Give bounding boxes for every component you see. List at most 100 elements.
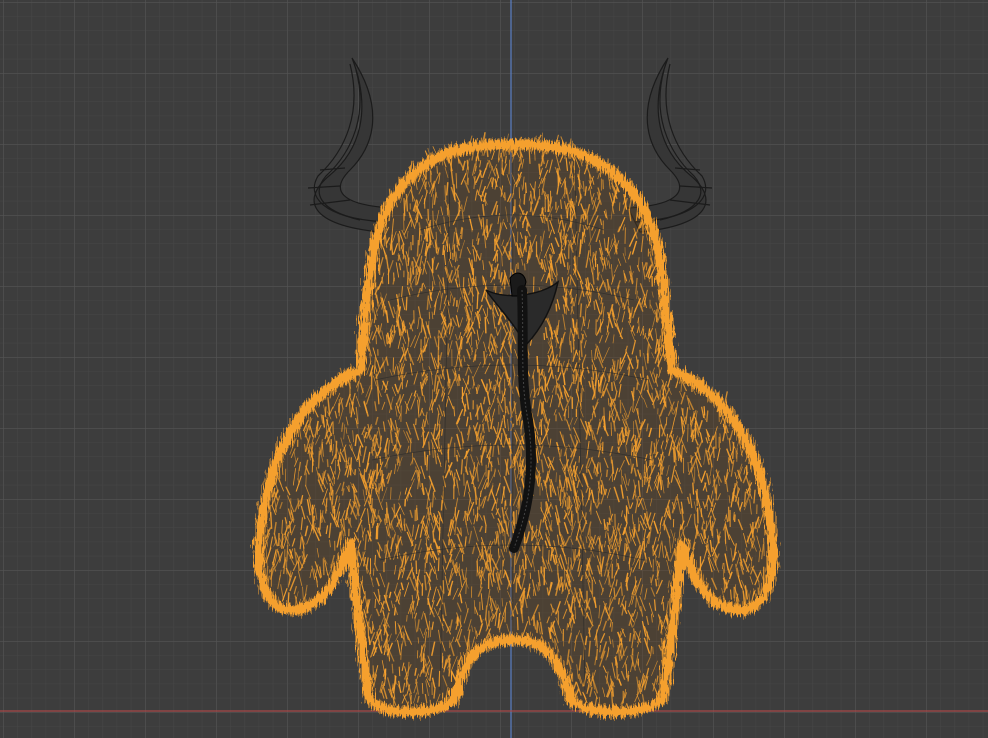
fur-strand — [416, 239, 420, 257]
fur-strand — [372, 665, 375, 678]
fur-strand — [624, 227, 627, 244]
fur-strand — [547, 194, 550, 213]
fur-strand — [597, 379, 600, 392]
fur-strand — [390, 487, 392, 500]
fur-strand — [429, 699, 432, 707]
fur-strand — [603, 422, 606, 431]
fur-strand — [556, 564, 559, 575]
fur-strand — [474, 354, 477, 361]
fur-strand — [381, 277, 384, 284]
fur-strand — [478, 497, 480, 510]
fur-strand — [639, 544, 641, 552]
fur-strand — [606, 522, 609, 532]
fur-strand — [476, 404, 479, 420]
viewport-canvas[interactable] — [0, 0, 988, 738]
fur-strand — [641, 366, 645, 378]
fur-strand — [403, 524, 406, 532]
fur-strand — [410, 241, 413, 251]
fur-strand — [457, 376, 460, 386]
3d-viewport[interactable] — [0, 0, 988, 738]
fur-strand — [636, 382, 638, 390]
fur-strand — [375, 525, 378, 540]
fur-strand — [484, 316, 487, 334]
fur-strand — [467, 375, 470, 385]
fur-strand — [377, 325, 380, 334]
fur-strand — [585, 571, 587, 580]
fur-strand — [354, 548, 357, 560]
fur-strand — [591, 266, 594, 275]
fur-strand — [610, 382, 614, 392]
fur-strand — [420, 645, 423, 663]
fur-strand — [625, 664, 628, 678]
fur-strand — [447, 236, 449, 253]
fur-strand — [662, 601, 665, 611]
fur-strand — [391, 520, 393, 531]
fur-strand — [374, 554, 377, 565]
fur-strand — [442, 245, 445, 256]
fur-strand — [416, 576, 419, 586]
fur-strand — [628, 308, 632, 317]
fur-strand — [650, 461, 653, 473]
fur-strand — [579, 303, 583, 318]
fur-strand — [286, 545, 289, 562]
fur-strand — [522, 558, 525, 570]
fur-strand — [617, 598, 621, 605]
fur-strand — [712, 446, 715, 458]
fur-strand — [471, 239, 474, 247]
fur-strand — [652, 646, 654, 655]
fur-strand — [438, 670, 441, 687]
fur-strand — [567, 506, 569, 515]
fur-strand — [437, 335, 440, 350]
fur-strand — [660, 476, 662, 491]
fur-strand — [600, 484, 603, 495]
fur-strand — [509, 493, 512, 506]
fur-strand — [469, 412, 472, 421]
fur-strand — [266, 565, 269, 578]
fur-strand — [536, 355, 539, 373]
fur-strand — [543, 332, 546, 341]
fur-strand — [447, 343, 449, 355]
fur-strand — [564, 500, 567, 507]
fur-strand — [514, 551, 517, 564]
fur-strand — [335, 440, 338, 459]
fur-strand — [515, 414, 518, 426]
fur-strand — [457, 201, 461, 216]
fur-strand — [581, 231, 584, 244]
fur-strand — [496, 376, 499, 385]
fur-strand — [391, 663, 394, 674]
fur-strand — [384, 513, 387, 521]
fur-strand — [610, 422, 612, 436]
fur-strand — [560, 449, 562, 457]
fur-strand — [484, 525, 487, 534]
fur-strand — [438, 526, 441, 541]
fur-strand — [624, 600, 627, 610]
fur-strand — [541, 369, 544, 376]
fur-strand — [354, 469, 357, 476]
fur-strand — [632, 387, 635, 397]
fur-strand — [405, 193, 409, 212]
fur-strand — [450, 553, 452, 563]
fur-strand — [409, 267, 412, 282]
fur-strand — [558, 475, 561, 489]
fur-strand — [619, 357, 622, 369]
fur-strand — [549, 484, 552, 498]
fur-strand — [426, 454, 429, 467]
fur-strand — [667, 476, 670, 488]
fur-strand — [693, 513, 696, 524]
fur-strand — [636, 359, 639, 369]
fur-strand — [515, 509, 518, 525]
fur-strand — [374, 598, 377, 609]
fur-strand — [423, 451, 427, 466]
fur-strand — [322, 558, 325, 576]
fur-strand — [349, 402, 351, 414]
fur-strand — [476, 291, 479, 310]
fur-strand — [437, 557, 440, 572]
fur-strand — [560, 229, 563, 237]
fur-strand — [384, 668, 387, 680]
fur-strand — [687, 461, 689, 472]
fur-strand — [555, 303, 558, 312]
fur-strand — [421, 682, 424, 694]
fur-strand — [476, 512, 479, 522]
fur-strand — [404, 498, 407, 507]
fur-strand — [415, 418, 417, 426]
